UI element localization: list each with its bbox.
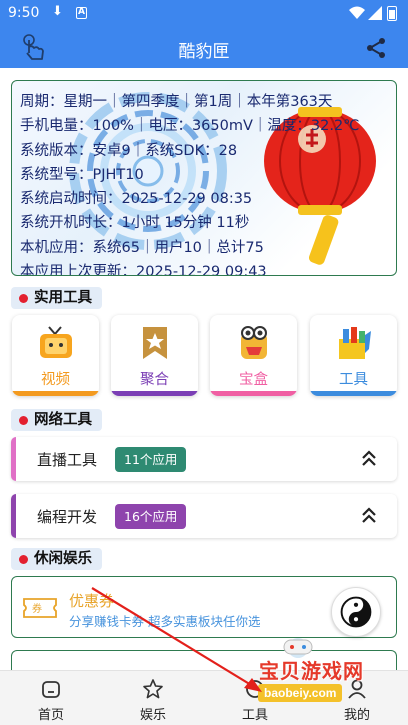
app-title: 酷豹匣	[178, 42, 230, 62]
coupon-title: 优惠券	[69, 592, 115, 610]
row-stripe	[11, 437, 16, 481]
share-icon[interactable]	[364, 36, 388, 60]
network-row-live[interactable]: 直播工具 11个应用	[11, 437, 397, 481]
row-stripe	[11, 494, 16, 538]
section-practical-tools: 实用工具	[11, 287, 102, 309]
double-chevron-up-icon[interactable]	[361, 506, 377, 524]
wifi-icon	[349, 6, 365, 19]
info-line-battery: 手机电量：100%｜电压：3650mV｜温度：32.2℃	[20, 118, 360, 135]
section-network-tools: 网络工具	[11, 409, 102, 431]
section-leisure: 休闲娱乐	[11, 548, 102, 570]
tool-treasure-box[interactable]: 宝盒	[210, 315, 297, 396]
nav-home[interactable]: 首页	[0, 671, 102, 725]
info-line-period: 周期：星期一｜第四季度｜第1周｜本年第363天	[20, 94, 333, 110]
monster-face-icon	[241, 326, 267, 359]
tool-aggregate[interactable]: 聚合	[111, 315, 198, 396]
section-title: 网络工具	[34, 412, 92, 428]
info-line-model: 系统型号：PJHT10	[20, 166, 144, 183]
section-title: 休闲娱乐	[34, 551, 92, 567]
tool-label: 宝盒	[239, 372, 268, 388]
section-title: 实用工具	[34, 290, 92, 306]
tool-video[interactable]: 视频	[12, 315, 99, 396]
info-line-version: 系统版本：安卓9｜系统SDK：28	[20, 142, 238, 159]
tv-icon	[40, 326, 72, 358]
nav-entertainment[interactable]: 娱乐	[102, 671, 204, 725]
nav-label: 首页	[37, 708, 64, 723]
notification-a-icon: A	[76, 7, 87, 19]
tool-accent-bar	[12, 391, 99, 396]
network-row-programming[interactable]: 编程开发 16个应用	[11, 494, 397, 538]
yin-yang-float-button[interactable]	[331, 587, 381, 637]
home-icon	[42, 681, 60, 698]
tool-accent-bar	[111, 391, 198, 396]
ticket-icon: 券	[23, 598, 57, 618]
red-dot-icon	[19, 554, 28, 564]
red-dot-icon	[19, 293, 28, 303]
svg-text:券: 券	[32, 602, 42, 615]
star-icon	[143, 679, 163, 699]
download-icon: ⬇	[52, 4, 63, 19]
nav-label: 娱乐	[139, 708, 166, 723]
tool-accent-bar	[310, 391, 397, 396]
info-line-apps: 本机应用：系统65｜用户10｜总计75	[20, 239, 264, 256]
tool-tools[interactable]: 工具	[310, 315, 397, 396]
tool-label: 工具	[339, 372, 368, 388]
row-name: 编程开发	[37, 508, 98, 526]
bookmark-star-icon	[143, 327, 167, 359]
toolbox-icon	[339, 327, 371, 359]
watermark-text: 宝贝游戏网	[259, 659, 364, 683]
status-bar: 9:50 ⬇ A	[0, 0, 408, 28]
info-line-boot-time: 系统启动时间：2025-12-29 08:35	[20, 191, 253, 208]
signal-icon	[368, 6, 382, 20]
app-count-badge: 16个应用	[115, 504, 187, 529]
battery-icon	[387, 6, 397, 21]
info-line-updated: 本应用上次更新：2025-12-29 09:43	[20, 264, 267, 276]
watermark-url: baobeiy.com	[258, 684, 343, 702]
row-name: 直播工具	[37, 451, 98, 469]
app-count-badge: 11个应用	[115, 447, 187, 472]
red-dot-icon	[19, 415, 28, 425]
status-time: 9:50	[8, 5, 40, 21]
coupon-subtitle: 分享赚钱卡券 超多实惠板块任你选	[69, 614, 261, 629]
title-bar: 酷豹匣	[0, 28, 408, 68]
double-chevron-up-icon[interactable]	[361, 449, 377, 467]
tool-label: 聚合	[140, 372, 169, 388]
tool-accent-bar	[210, 391, 297, 396]
tool-label: 视频	[41, 372, 70, 388]
info-line-uptime: 系统开机时长：1小时 15分钟 11秒	[20, 215, 250, 232]
device-info-card: 周期：星期一｜第四季度｜第1周｜本年第363天 手机电量：100%｜电压：365…	[11, 80, 397, 276]
